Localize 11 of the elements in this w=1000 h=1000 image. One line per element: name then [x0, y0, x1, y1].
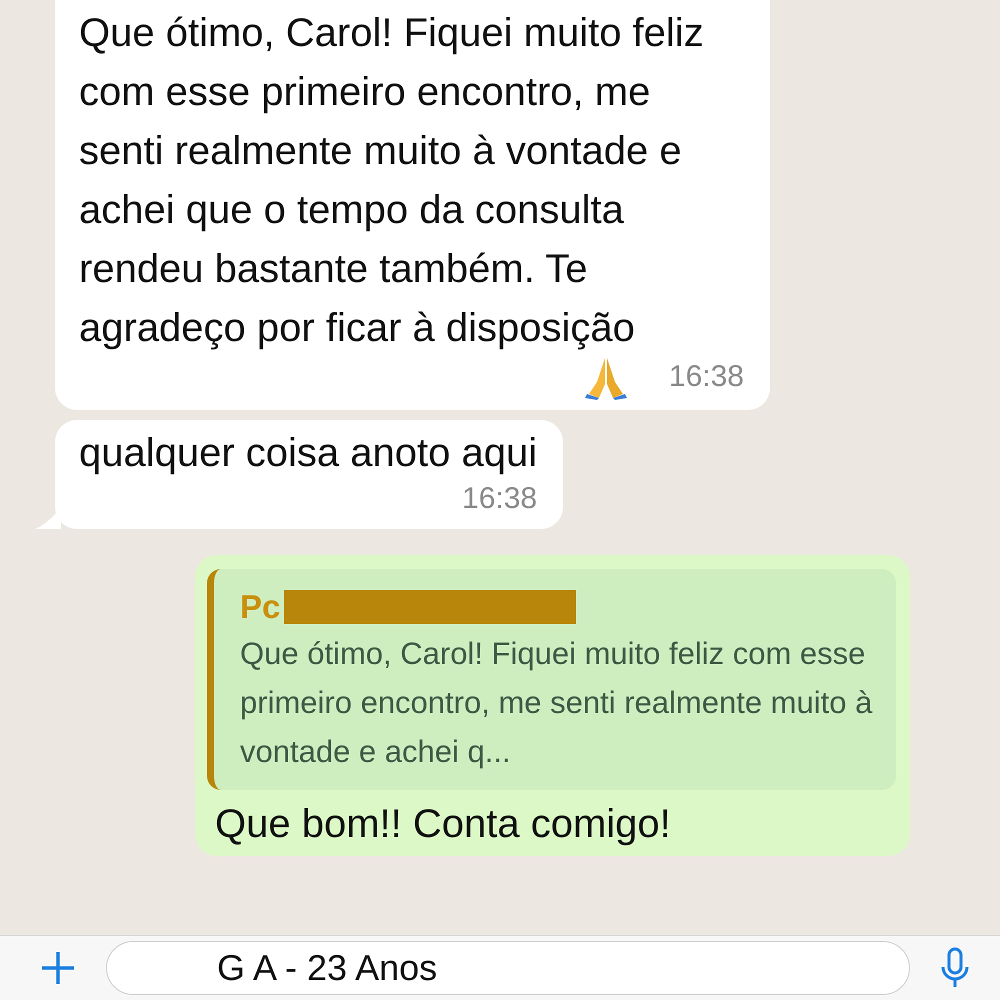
message-text: Que bom!! Conta comigo! [214, 801, 672, 848]
message-time: 16:38 [668, 359, 744, 395]
message-time: 16:38 [462, 481, 538, 517]
message-input-field[interactable]: G A - 23 Anos [106, 941, 910, 995]
quote-text: Que ótimo, Carol! Fiquei muito feliz com esse primeiro encontro, me senti realmente muito à vontade e achei q... [240, 635, 874, 771]
quote-author: Pc [240, 587, 280, 627]
plus-icon[interactable] [40, 950, 76, 986]
message-text: Que ótimo, Carol! Fiquei muito feliz com esse primeiro encontro, me senti realmente muito à vontade e achei que o tempo da consulta rendeu bastante também. Te agradeço por ficar à disposição [79, 10, 705, 352]
microphone-icon[interactable] [940, 947, 970, 989]
message-text: qualquer coisa anoto aqui [79, 430, 538, 477]
quoted-message[interactable]: Pc Que ótimo, Carol! Fiquei muito feliz com esse primeiro encontro, me senti realmente muito à vontade e achei q... [207, 569, 896, 790]
